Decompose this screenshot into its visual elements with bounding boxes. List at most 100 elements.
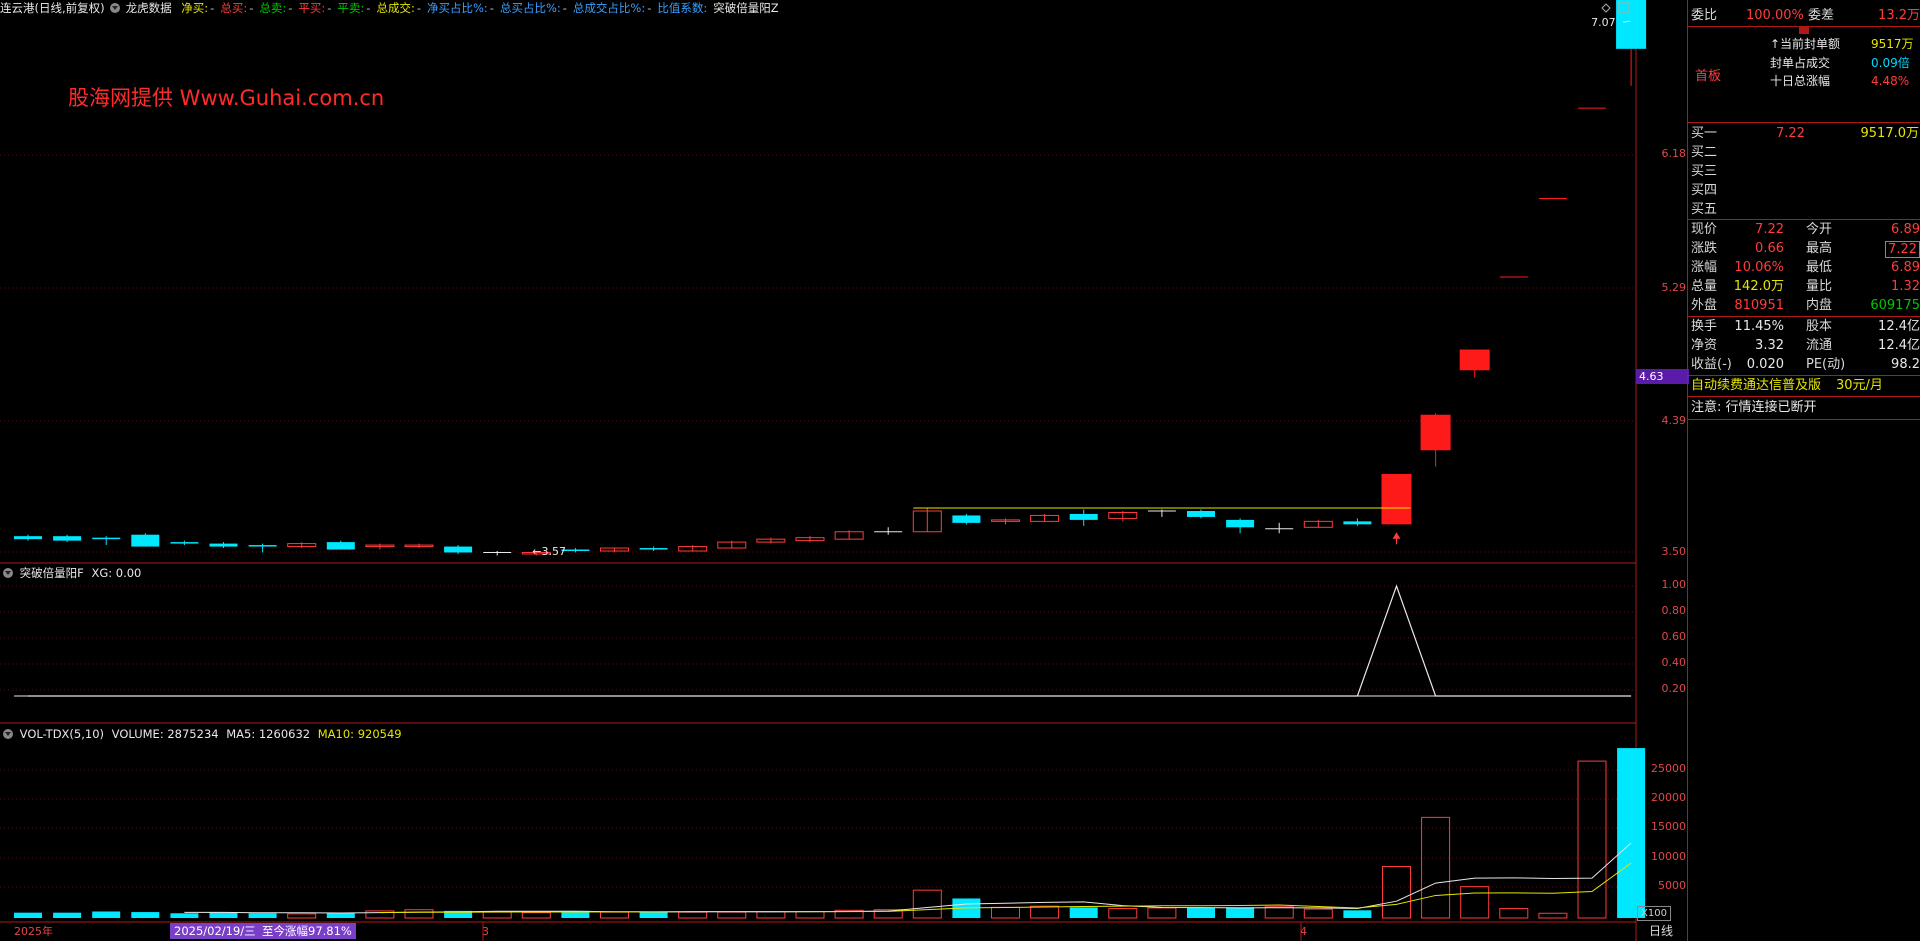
indicator-axis-label: 1.00 — [1661, 578, 1687, 591]
stat-label: 收益(-) — [1691, 357, 1732, 372]
bid-label: 买五 — [1691, 202, 1718, 217]
toolbar-item: 总成交占比%: — [572, 1, 646, 15]
stat-label: 换手 — [1691, 319, 1718, 334]
toolbar-item-value: - — [210, 1, 215, 15]
feng-value-2: 4.48% — [1871, 74, 1910, 88]
volume-bar — [365, 910, 395, 919]
volume-bar — [404, 909, 434, 919]
volume-bar — [678, 911, 708, 919]
toolbar-item-value: - — [562, 1, 567, 15]
toolbar-item: 总买: — [220, 1, 248, 15]
stock-title[interactable]: 连云港(日线,前复权) — [0, 1, 105, 15]
collapse-icon[interactable] — [1799, 26, 1809, 34]
weicha-label: 委差 — [1808, 8, 1835, 23]
gain-tag: 至今涨幅97.81% — [258, 923, 356, 939]
volume-bar — [92, 911, 121, 918]
volume-bar — [1108, 908, 1138, 919]
volume-bar — [1303, 908, 1333, 919]
volume-axis-label: 10000 — [1651, 850, 1686, 863]
dropdown-icon[interactable] — [3, 728, 13, 739]
watermark: 股海网提供 Www.Guhai.com.cn — [68, 86, 385, 110]
volume-bar — [1030, 905, 1060, 919]
indicator-axis-label: 0.40 — [1661, 656, 1687, 669]
volume-bar — [131, 912, 160, 918]
date-tag: 2025/02/19/三 — [170, 923, 260, 939]
candle-body — [170, 542, 199, 544]
bid-label: 买三 — [1691, 164, 1718, 179]
chart-canvas[interactable]: 7.07 ←3.57 — [0, 0, 1686, 941]
stat-value: 0.020 — [1746, 357, 1784, 372]
volume-axis-label: 20000 — [1651, 791, 1686, 804]
stat-value: 3.32 — [1755, 338, 1784, 353]
high-label: 7.07 — [1591, 16, 1616, 29]
candle-body — [444, 546, 473, 553]
ma5-line — [184, 842, 1632, 914]
divider — [1688, 219, 1920, 220]
stat-label: 外盘 — [1691, 298, 1718, 313]
volume-bar — [1343, 910, 1372, 918]
volume-header: VOL-TDX(5,10) VOLUME: 2875234 MA5: 12606… — [0, 726, 402, 742]
volume-bar — [912, 889, 942, 919]
volume-bar — [1382, 865, 1411, 919]
candle-body — [248, 545, 277, 547]
toolbar-item-value: - — [489, 1, 494, 15]
volume-bar — [1264, 906, 1294, 919]
indicator-axis-label: 0.60 — [1661, 630, 1687, 643]
volume-bar — [209, 912, 238, 918]
promo-text[interactable]: 自动续费通达信普及版 — [1691, 376, 1821, 395]
volume-indicator-name[interactable]: VOL-TDX(5,10) — [20, 727, 104, 741]
stat-label: 内盘 — [1806, 298, 1833, 313]
feng-value-0: 9517万 — [1871, 37, 1914, 51]
volume-bar — [170, 913, 199, 918]
period-selector[interactable]: 日线 — [1638, 923, 1684, 940]
stat-value: 142.0万 — [1733, 279, 1784, 294]
stat-value: 7.22 — [1755, 222, 1784, 237]
x-label-april: 4 — [1300, 925, 1307, 938]
candle-body — [92, 537, 121, 540]
volume-bar — [1460, 886, 1490, 919]
volume-bar — [521, 912, 551, 919]
indicator-axis-label: 0.20 — [1661, 682, 1687, 695]
weibi-label: 委比 — [1691, 8, 1718, 23]
x-label-march: 3 — [482, 925, 489, 938]
connection-notice: 注意: 行情连接已断开 — [1691, 400, 1817, 415]
volume-bar — [1421, 816, 1451, 919]
stat-label: 量比 — [1806, 279, 1833, 294]
stat-value: 6.89 — [1891, 222, 1920, 237]
feng-value-1: 0.09倍 — [1871, 56, 1910, 70]
stat-label: 净资 — [1691, 338, 1718, 353]
stat-label: 今开 — [1806, 222, 1833, 237]
volume-bar — [1538, 912, 1568, 919]
candle-body — [326, 542, 355, 550]
dropdown-icon[interactable] — [109, 2, 120, 13]
volume-bar — [1499, 908, 1529, 919]
indicator-name[interactable]: 突破倍量阳F — [20, 566, 84, 580]
stat-label: 最高 — [1806, 241, 1833, 256]
toolbar-item-value: - — [416, 1, 421, 15]
indicator-axis-label: 0.80 — [1661, 604, 1687, 617]
low-label: ←3.57 — [532, 545, 566, 558]
volume-bar — [756, 910, 786, 919]
toolbar-item: 突破倍量阳Z — [713, 1, 779, 15]
toolbar-item-value: - — [327, 1, 332, 15]
dropdown-icon[interactable] — [3, 567, 13, 578]
toolbar-item-value: - — [249, 1, 254, 15]
volume-axis-label: 5000 — [1658, 879, 1686, 892]
promo-price[interactable]: 30元/月 — [1836, 376, 1883, 395]
candle-body — [639, 548, 668, 550]
feng-label-0: ↑当前封单额 — [1770, 37, 1841, 51]
stat-value: 12.4亿 — [1878, 338, 1920, 353]
volume-bar — [1147, 907, 1177, 919]
stat-label: 最低 — [1806, 260, 1833, 275]
chart-area[interactable]: 7.07 ←3.57 连云港(日线,前复权) 龙虎数据 净买: - 总买: - 总卖: - 平买… — [0, 0, 1689, 941]
volume-value: VOLUME: 2875234 — [111, 727, 219, 741]
candle-body — [131, 534, 160, 547]
candle-body — [1187, 511, 1215, 517]
first-board-badge: 首板 — [1695, 69, 1722, 84]
volume-bar — [600, 911, 629, 919]
divider — [1688, 122, 1920, 123]
source-label[interactable]: 龙虎数据 — [126, 1, 172, 15]
volume-bar — [287, 913, 317, 919]
volume-bar — [1187, 907, 1215, 918]
candle-body — [53, 536, 82, 541]
